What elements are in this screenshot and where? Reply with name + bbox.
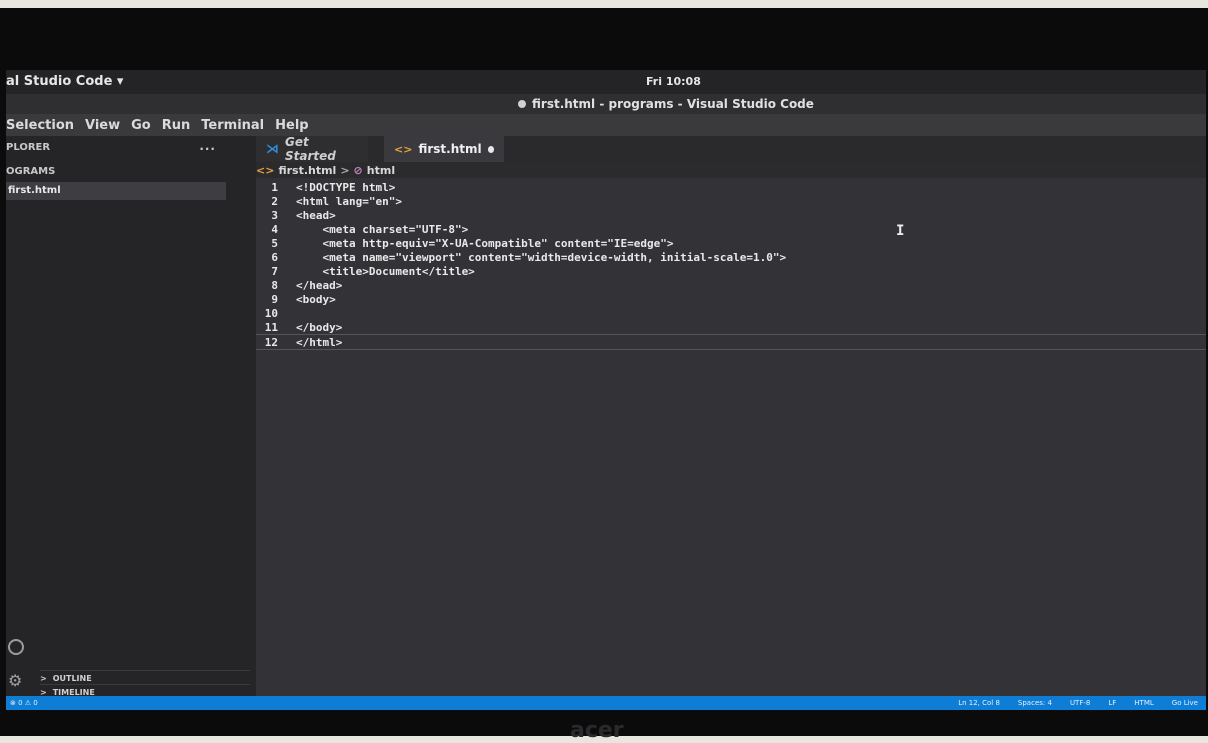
line-number: 2 bbox=[271, 194, 278, 208]
problems-status[interactable]: ⊗ 0 ⚠ 0 bbox=[10, 699, 38, 707]
menubar: Selection View Go Run Terminal Help bbox=[6, 114, 1206, 136]
code-line[interactable]: 11 </body> bbox=[256, 320, 1206, 334]
go-live-button[interactable]: Go Live bbox=[1172, 699, 1198, 707]
breadcrumb-symbol[interactable]: html bbox=[367, 164, 395, 177]
line-number: 1 bbox=[271, 180, 278, 194]
tab-label: Get Started bbox=[285, 135, 336, 163]
language-mode[interactable]: HTML bbox=[1134, 699, 1153, 707]
more-actions-icon[interactable]: ··· bbox=[199, 142, 216, 156]
explorer-sidebar: PLORER ··· OGRAMS first.html ⚙ > OUTLINE… bbox=[6, 136, 256, 697]
file-first-html[interactable]: first.html bbox=[6, 182, 226, 200]
code-line[interactable]: 10 bbox=[256, 306, 1206, 320]
code-line[interactable]: 9 <body> bbox=[256, 292, 1206, 306]
line-number: 10 bbox=[264, 306, 278, 320]
menu-help[interactable]: Help bbox=[275, 118, 308, 133]
line-number: 4 bbox=[271, 222, 278, 236]
folder-programs[interactable]: OGRAMS bbox=[6, 166, 55, 177]
line-number: 9 bbox=[271, 292, 278, 306]
menu-run[interactable]: Run bbox=[162, 118, 191, 133]
code-editor[interactable]: 1 <!DOCTYPE html> 2 <html lang="en"> 3 <… bbox=[256, 178, 1206, 696]
acer-logo: acer bbox=[570, 718, 624, 743]
app-menu-label[interactable]: al Studio Code ▾ bbox=[6, 74, 123, 89]
tab-label: first.html bbox=[418, 142, 482, 156]
line-number: 8 bbox=[271, 278, 278, 292]
symbol-icon: ⊘ bbox=[353, 163, 363, 177]
line-text: <meta charset="UTF-8"> bbox=[296, 222, 469, 236]
indentation[interactable]: Spaces: 4 bbox=[1018, 699, 1052, 707]
code-line[interactable]: 2 <html lang="en"> bbox=[256, 194, 1206, 208]
line-text: <head> bbox=[296, 208, 336, 222]
clock[interactable]: Fri 10:08 bbox=[646, 75, 701, 88]
menu-go[interactable]: Go bbox=[131, 118, 151, 133]
window-titlebar: first.html - programs - Visual Studio Co… bbox=[6, 94, 1206, 114]
breadcrumb: <> first.html > ⊘ html bbox=[256, 162, 395, 178]
chevron-right-icon: > bbox=[40, 673, 47, 683]
breadcrumb-file[interactable]: first.html bbox=[278, 164, 336, 177]
menu-selection[interactable]: Selection bbox=[6, 118, 74, 133]
code-line[interactable]: 7 <title>Document</title> bbox=[256, 264, 1206, 278]
eol[interactable]: LF bbox=[1108, 699, 1116, 707]
line-text: </body> bbox=[296, 320, 343, 334]
code-line[interactable]: 4 <meta charset="UTF-8"> bbox=[256, 222, 1206, 236]
line-number: 6 bbox=[271, 250, 278, 264]
unsaved-dot-icon bbox=[518, 100, 526, 108]
modified-dot-icon[interactable] bbox=[487, 145, 494, 153]
tab-first-html[interactable]: <> first.html bbox=[384, 136, 504, 162]
tab-get-started[interactable]: ⋊ Get Started bbox=[256, 135, 368, 163]
line-text: </head> bbox=[296, 278, 343, 292]
chevron-right-icon: > bbox=[340, 163, 350, 177]
line-text: <meta name="viewport" content="width=dev… bbox=[296, 250, 787, 264]
line-number: 11 bbox=[264, 320, 278, 334]
vscode-icon: ⋊ bbox=[266, 141, 279, 157]
outline-section[interactable]: > OUTLINE bbox=[40, 670, 250, 685]
gear-icon[interactable]: ⚙ bbox=[8, 673, 24, 689]
menu-terminal[interactable]: Terminal bbox=[201, 118, 264, 133]
cursor-position[interactable]: Ln 12, Col 8 bbox=[958, 699, 1000, 707]
line-number: 7 bbox=[271, 264, 278, 278]
code-line[interactable]: 5 <meta http-equiv="X-UA-Compatible" con… bbox=[256, 236, 1206, 250]
status-right-items: Ln 12, Col 8 Spaces: 4 UTF-8 LF HTML Go … bbox=[958, 699, 1198, 707]
window-title: first.html - programs - Visual Studio Co… bbox=[518, 97, 814, 111]
app-menu[interactable]: al Studio Code ▾ bbox=[6, 74, 123, 89]
line-text: <body> bbox=[296, 292, 336, 306]
line-text: <!DOCTYPE html> bbox=[296, 180, 396, 194]
menu-view[interactable]: View bbox=[85, 118, 120, 133]
encoding[interactable]: UTF-8 bbox=[1070, 699, 1090, 707]
explorer-title: PLORER bbox=[6, 142, 51, 153]
code-line-current[interactable]: 12 </html> bbox=[256, 334, 1206, 350]
screen: al Studio Code ▾ Fri 10:08 first.html - … bbox=[6, 70, 1206, 710]
status-bar: ⊗ 0 ⚠ 0 Ln 12, Col 8 Spaces: 4 UTF-8 LF … bbox=[6, 696, 1206, 710]
explorer-header: PLORER ··· bbox=[6, 142, 216, 156]
outline-label: OUTLINE bbox=[52, 673, 92, 683]
code-line[interactable]: 1 <!DOCTYPE html> bbox=[256, 180, 1206, 194]
line-text: <title>Document</title> bbox=[296, 264, 475, 278]
html-file-icon: <> bbox=[394, 142, 413, 156]
editor-tabs: ⋊ Get Started <> first.html bbox=[256, 135, 1206, 163]
line-number: 12 bbox=[264, 335, 278, 349]
code-line[interactable]: 6 <meta name="viewport" content="width=d… bbox=[256, 250, 1206, 264]
line-text: </html> bbox=[296, 335, 343, 349]
line-text: <meta http-equiv="X-UA-Compatible" conte… bbox=[296, 236, 674, 250]
line-number: 3 bbox=[271, 208, 278, 222]
account-icon[interactable] bbox=[8, 639, 24, 655]
html-file-icon: <> bbox=[256, 163, 275, 177]
mouse-ibeam-icon: I bbox=[896, 223, 905, 239]
line-text: <html lang="en"> bbox=[296, 194, 402, 208]
window-title-text: first.html - programs - Visual Studio Co… bbox=[532, 97, 814, 111]
gnome-top-bar: al Studio Code ▾ Fri 10:08 bbox=[6, 70, 1206, 94]
code-line[interactable]: 3 <head> bbox=[256, 208, 1206, 222]
code-line[interactable]: 8 </head> bbox=[256, 278, 1206, 292]
line-number: 5 bbox=[271, 236, 278, 250]
